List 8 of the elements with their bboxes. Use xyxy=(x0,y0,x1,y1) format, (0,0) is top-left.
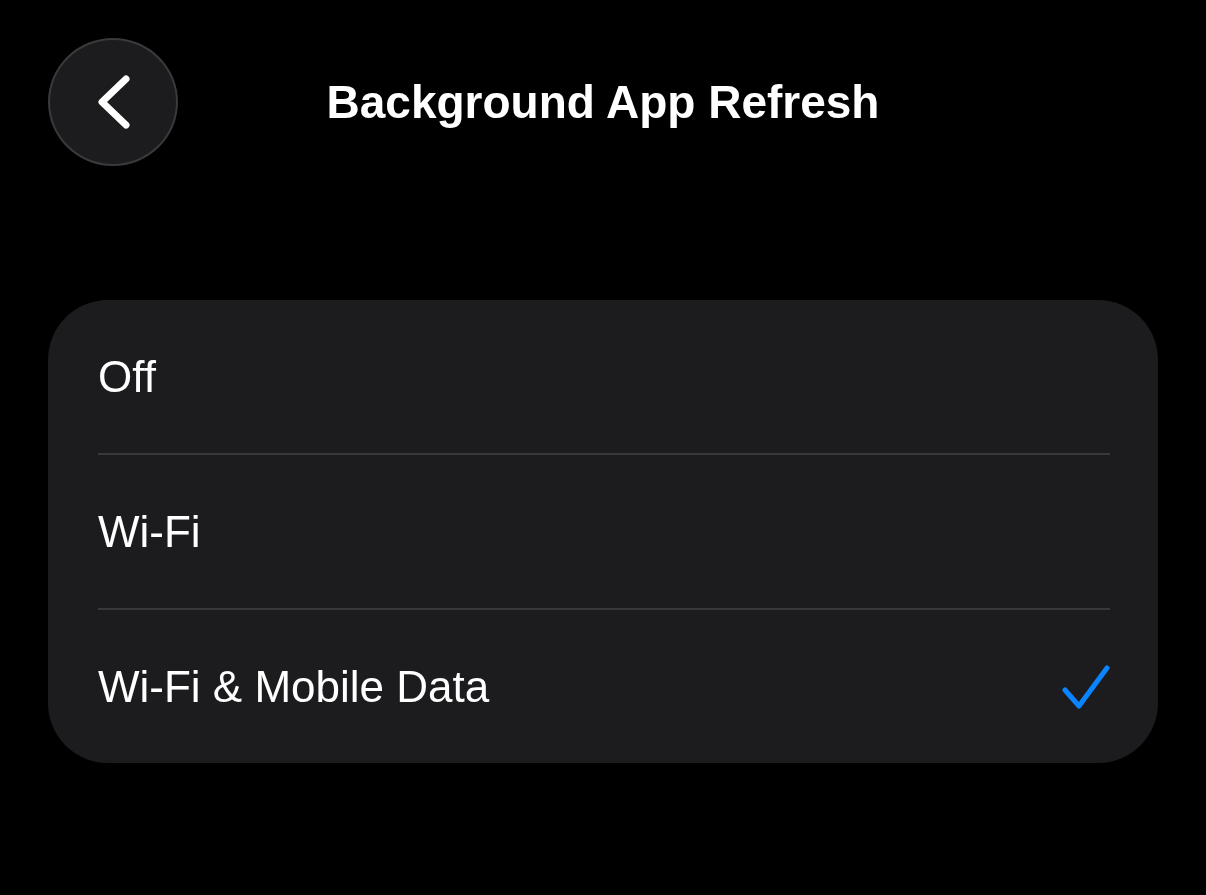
option-row[interactable]: Off xyxy=(98,300,1110,453)
option-row[interactable]: Wi-Fi xyxy=(98,453,1110,608)
page-title: Background App Refresh xyxy=(325,75,881,129)
option-row[interactable]: Wi-Fi & Mobile Data xyxy=(98,608,1110,763)
option-label: Wi-Fi & Mobile Data xyxy=(98,661,490,712)
option-label: Off xyxy=(98,351,156,402)
option-label: Wi-Fi xyxy=(98,506,201,557)
chevron-left-icon xyxy=(96,75,130,129)
